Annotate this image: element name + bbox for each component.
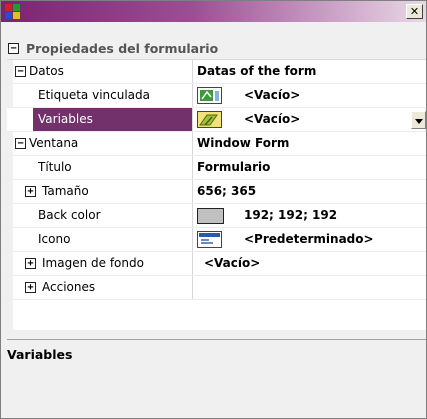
column-divider[interactable] (192, 276, 193, 299)
color-swatch (197, 208, 224, 224)
collapse-icon[interactable]: − (8, 43, 19, 54)
prop-row-back-color[interactable]: Back color 192; 192; 192 (7, 204, 426, 228)
variables-icon (197, 111, 222, 128)
prop-name: Título (38, 160, 72, 174)
prop-row-titulo[interactable]: Título Formulario (7, 156, 426, 180)
collapse-icon[interactable]: − (15, 66, 26, 77)
prop-value: <Vacío> (204, 256, 261, 270)
close-icon: ✕ (409, 5, 420, 18)
prop-value: <Vacío> (244, 88, 301, 102)
prop-value: <Predeterminado> (244, 232, 374, 246)
category-title: Propiedades del formulario (26, 41, 219, 56)
prop-name: Tamaño (42, 184, 89, 198)
prop-name: Back color (38, 208, 101, 222)
column-divider[interactable] (192, 132, 193, 155)
prop-value: <Vacío> (244, 112, 301, 126)
column-divider[interactable] (192, 108, 193, 131)
prop-value: Formulario (197, 160, 271, 174)
dropdown-button[interactable] (411, 111, 426, 129)
column-divider[interactable] (192, 156, 193, 179)
prop-name: Variables (38, 112, 93, 126)
prop-name: Ventana (29, 136, 79, 150)
prop-name: Acciones (42, 280, 96, 294)
column-divider[interactable] (192, 60, 193, 83)
expand-icon[interactable]: + (25, 186, 36, 197)
close-button[interactable]: ✕ (406, 4, 423, 19)
property-grid: − Propiedades del formulario − Datos Dat… (7, 38, 426, 330)
prop-name: Etiqueta vinculada (38, 88, 151, 102)
column-divider[interactable] (192, 228, 193, 251)
category-row[interactable]: − Propiedades del formulario (7, 38, 426, 60)
prop-row-acciones[interactable]: + Acciones (7, 276, 426, 300)
description-pane: Variables (7, 339, 426, 418)
description-title: Variables (7, 347, 73, 362)
prop-row-etiqueta-vinculada[interactable]: Etiqueta vinculada <Vacío> (7, 84, 426, 108)
prop-value: Window Form (197, 136, 290, 150)
column-divider[interactable] (192, 204, 193, 227)
prop-name: Icono (38, 232, 71, 246)
prop-row-imagen-de-fondo[interactable]: + Imagen de fondo <Vacío> (7, 252, 426, 276)
expand-icon[interactable]: + (25, 258, 36, 269)
prop-row-icono[interactable]: Icono <Predeterminado> (7, 228, 426, 252)
form-icon (197, 231, 222, 248)
expand-icon[interactable]: + (25, 282, 36, 293)
prop-row-variables[interactable]: Variables <Vacío> (7, 108, 426, 132)
collapse-icon[interactable]: − (15, 138, 26, 149)
prop-value: 192; 192; 192 (244, 208, 338, 222)
title-bar[interactable]: ✕ (1, 1, 426, 22)
prop-name: Imagen de fondo (42, 256, 144, 270)
prop-name: Datos (29, 64, 64, 78)
column-divider[interactable] (192, 252, 193, 275)
prop-row-ventana[interactable]: − Ventana Window Form (7, 132, 426, 156)
linked-label-icon (197, 87, 222, 104)
app-icon (5, 4, 20, 19)
column-divider[interactable] (192, 84, 193, 107)
prop-value: 656; 365 (197, 184, 257, 198)
prop-value: Datas of the form (197, 64, 317, 78)
prop-row-tamano[interactable]: + Tamaño 656; 365 (7, 180, 426, 204)
column-divider[interactable] (192, 180, 193, 203)
properties-window: ✕ − Propiedades del formulario − Datos D… (0, 0, 427, 419)
prop-row-datos[interactable]: − Datos Datas of the form (7, 60, 426, 84)
